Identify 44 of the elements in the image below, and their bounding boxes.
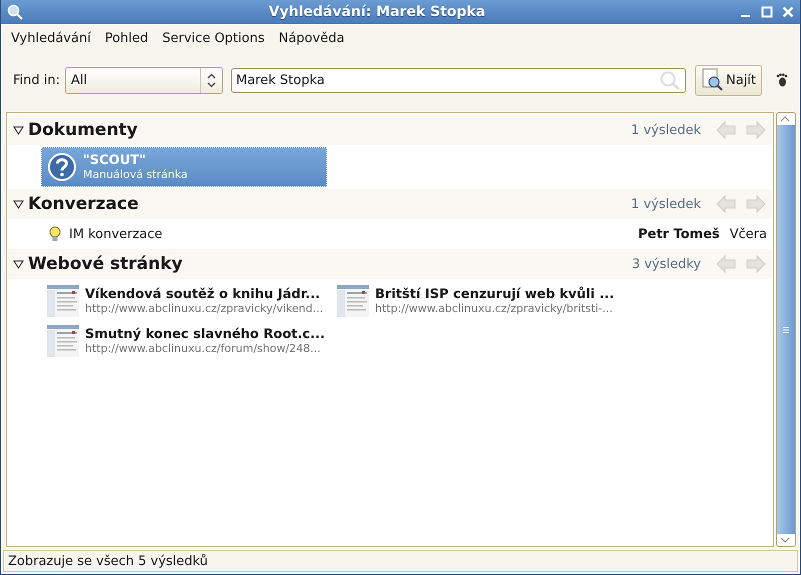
web-result[interactable]: Víkendová soutěž o knihu Jádr... http://www.abclinuxu.cz/zpravicky/vikend...	[41, 281, 334, 321]
document-magnifier-icon	[702, 68, 724, 92]
scope-dropdown[interactable]: All	[65, 66, 223, 94]
scrollbar[interactable]	[776, 112, 796, 547]
lightbulb-icon	[49, 226, 61, 242]
result-title: Smutný konec slavného Root.c...	[85, 327, 325, 342]
disclosure-triangle-icon[interactable]	[13, 198, 24, 210]
result-count: 1 výsledek	[631, 196, 701, 212]
web-result[interactable]: Smutný konec slavného Root.c... http://www.abclinuxu.cz/forum/show/248...	[41, 321, 334, 361]
search-field[interactable]: Marek Stopka	[231, 68, 686, 92]
result-subtitle: Manuálová stránka	[83, 168, 188, 181]
close-icon[interactable]	[782, 6, 794, 18]
conversation-row[interactable]: IM konverzace Petr Tomeš Včera	[41, 221, 773, 247]
maximize-icon[interactable]	[761, 6, 773, 18]
footprint-icon	[776, 73, 788, 87]
disclosure-triangle-icon[interactable]	[13, 124, 24, 136]
find-button[interactable]: Najít	[695, 64, 762, 96]
web-result[interactable]: Britští ISP cenzurují web kvůli ... http://www.abclinuxu.cz/zpravicky/britsti-...	[331, 281, 624, 321]
category-title: Dokumenty	[28, 120, 139, 140]
result-url: http://www.abclinuxu.cz/zpravicky/britsti-...	[375, 302, 614, 315]
result-date: Včera	[730, 226, 767, 242]
search-icon	[659, 70, 681, 90]
menu-item[interactable]: Vyhledávání	[11, 31, 91, 46]
category-title: Konverzace	[28, 194, 140, 214]
result-title: "SCOUT"	[83, 153, 147, 168]
contact-name: Petr Tomeš	[638, 226, 720, 242]
status-text: Zobrazuje se všech 5 výsledků	[8, 554, 208, 568]
search-icon	[7, 4, 23, 20]
menu-item[interactable]: Nápověda	[278, 31, 344, 46]
menu-item[interactable]: Service Options	[162, 31, 265, 46]
disclosure-triangle-icon[interactable]	[13, 258, 24, 270]
result-url: http://www.abclinuxu.cz/zpravicky/vikend...	[85, 302, 324, 315]
result-url: http://www.abclinuxu.cz/forum/show/248...	[85, 342, 322, 355]
help-icon	[47, 152, 77, 182]
menu-item[interactable]: Pohled	[104, 31, 148, 46]
grip-icon	[782, 326, 790, 334]
result-title: IM konverzace	[69, 226, 164, 242]
result-title: Britští ISP cenzurují web kvůli ...	[375, 287, 614, 302]
category-title: Webové stránky	[28, 254, 184, 274]
result-count: 1 výsledek	[631, 122, 701, 138]
window-title: Vyhledávání: Marek Stopka	[268, 4, 486, 20]
result-title: Víkendová soutěž o knihu Jádr...	[85, 287, 322, 302]
find-in-label: Find in:	[13, 72, 60, 88]
result-count: 3 výsledky	[632, 256, 701, 272]
